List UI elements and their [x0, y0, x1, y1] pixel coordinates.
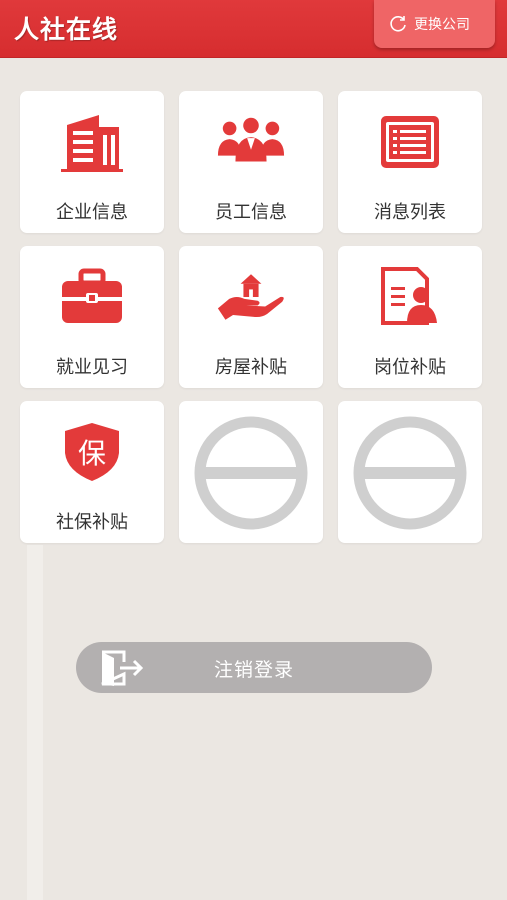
background-strip: [27, 545, 43, 900]
tile-placeholder[interactable]: [338, 401, 482, 543]
tile-position-subsidy[interactable]: 岗位补贴: [338, 246, 482, 388]
tile-label: 消息列表: [374, 202, 446, 223]
tile-company-info[interactable]: 企业信息: [20, 91, 164, 233]
switch-company-label: 更换公司: [414, 17, 470, 33]
tile-label: 企业信息: [56, 202, 128, 223]
tile-message-list[interactable]: 消息列表: [338, 91, 482, 233]
house-in-hand-icon: [216, 264, 286, 330]
tile-label: 就业见习: [56, 357, 128, 378]
staff-group-icon: [216, 109, 286, 175]
tile-housing-subsidy[interactable]: 房屋补贴: [179, 246, 323, 388]
refresh-icon: [390, 16, 406, 32]
tile-label: 岗位补贴: [374, 357, 446, 378]
shield-bao-text: 保: [78, 437, 106, 470]
tile-label: 社保补贴: [56, 512, 128, 533]
switch-company-button[interactable]: 更换公司: [374, 0, 495, 48]
shield-bao-icon: 保: [57, 419, 127, 485]
app-header: 人社在线 更换公司: [0, 0, 507, 58]
tile-staff-info[interactable]: 员工信息: [179, 91, 323, 233]
tile-social-security-subsidy[interactable]: 保 社保补贴: [20, 401, 164, 543]
placeholder-circle-icon: [350, 415, 470, 531]
app-title: 人社在线: [14, 15, 119, 44]
tile-placeholder[interactable]: [179, 401, 323, 543]
briefcase-icon: [57, 264, 127, 330]
tile-employment-internship[interactable]: 就业见习: [20, 246, 164, 388]
placeholder-circle-icon: [191, 415, 311, 531]
tile-label: 房屋补贴: [215, 357, 287, 378]
resume-person-icon: [375, 264, 445, 330]
message-list-icon: [375, 109, 445, 175]
logout-label: 注销登录: [213, 659, 294, 681]
tile-label: 员工信息: [215, 202, 287, 223]
building-icon: [57, 109, 127, 175]
logout-button[interactable]: 注销登录: [76, 642, 432, 693]
